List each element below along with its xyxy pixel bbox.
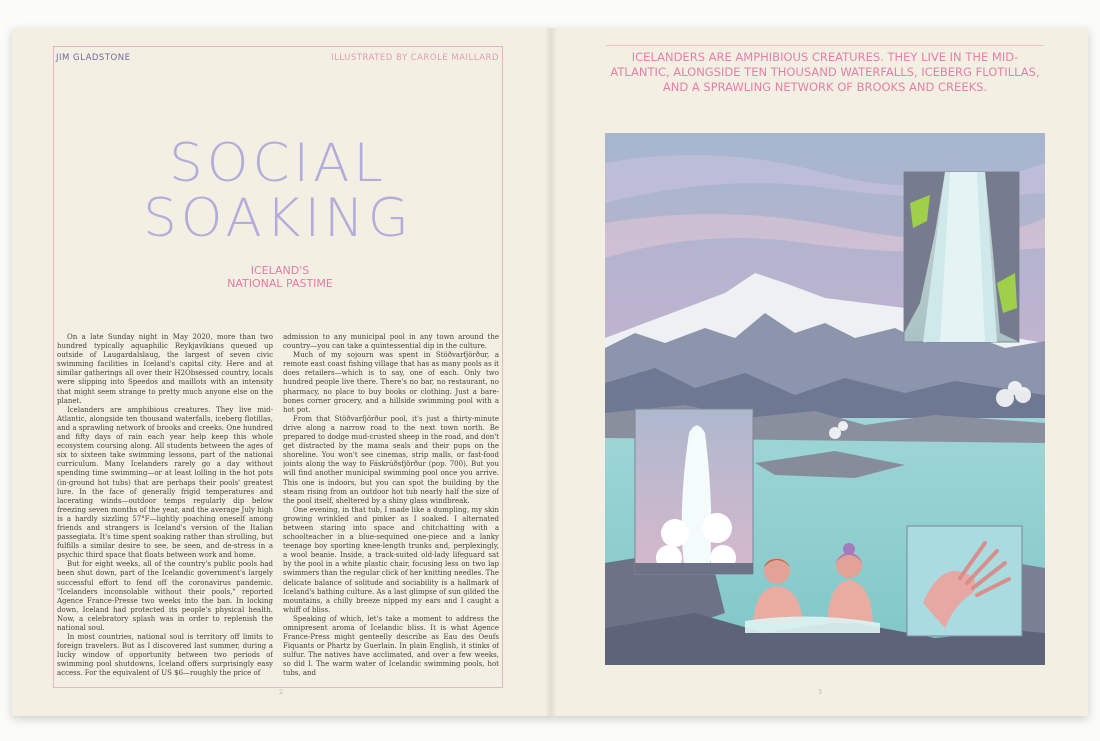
- pull-quote: Icelanders are amphibious creatures. The…: [610, 50, 1040, 94]
- body-column-1: On a late Sunday night in May 2020, more…: [57, 333, 273, 683]
- pull-quote-rule: [606, 45, 1044, 46]
- article-title: SOCIAL SOAKING: [118, 136, 438, 246]
- paragraph: admission to any municipal pool in any t…: [283, 333, 499, 351]
- author-byline: JIM GLADSTONE: [56, 53, 131, 63]
- paragraph: On a late Sunday night in May 2020, more…: [57, 333, 273, 405]
- paragraph: Icelanders are amphibious creatures. The…: [57, 405, 273, 560]
- title-line-1: SOCIAL: [169, 133, 387, 194]
- subtitle-line-1: ICELAND'S: [250, 264, 310, 277]
- article-subtitle: ICELAND'S NATIONAL PASTIME: [160, 264, 400, 290]
- body-column-2: admission to any municipal pool in any t…: [283, 333, 499, 683]
- paragraph: Speaking of which, let's take a moment t…: [283, 614, 499, 678]
- subtitle-line-2: NATIONAL PASTIME: [227, 277, 333, 290]
- hands-inset: [906, 525, 1023, 637]
- watercolor-illustration: [605, 133, 1045, 665]
- page-number-left: 2: [279, 689, 283, 696]
- illustration-svg: [605, 133, 1045, 665]
- paragraph: But for eight weeks, all of the country'…: [57, 560, 273, 632]
- paragraph: One evening, in that tub, I made like a …: [283, 505, 499, 614]
- waterfall-inset: [903, 171, 1020, 343]
- paragraph: Much of my sojourn was spent in Stöðvarf…: [283, 351, 499, 414]
- paragraph: In most countries, national soul is terr…: [57, 633, 273, 678]
- paragraph: From that Stöðvarfjörður pool, it's just…: [283, 414, 499, 505]
- geyser-inset: [634, 408, 754, 575]
- page-number-right: 3: [818, 689, 822, 696]
- page-gutter: [546, 28, 556, 716]
- title-line-2: SOAKING: [143, 188, 413, 249]
- illustrator-credit: ILLUSTRATED BY CAROLE MAILLARD: [331, 53, 499, 63]
